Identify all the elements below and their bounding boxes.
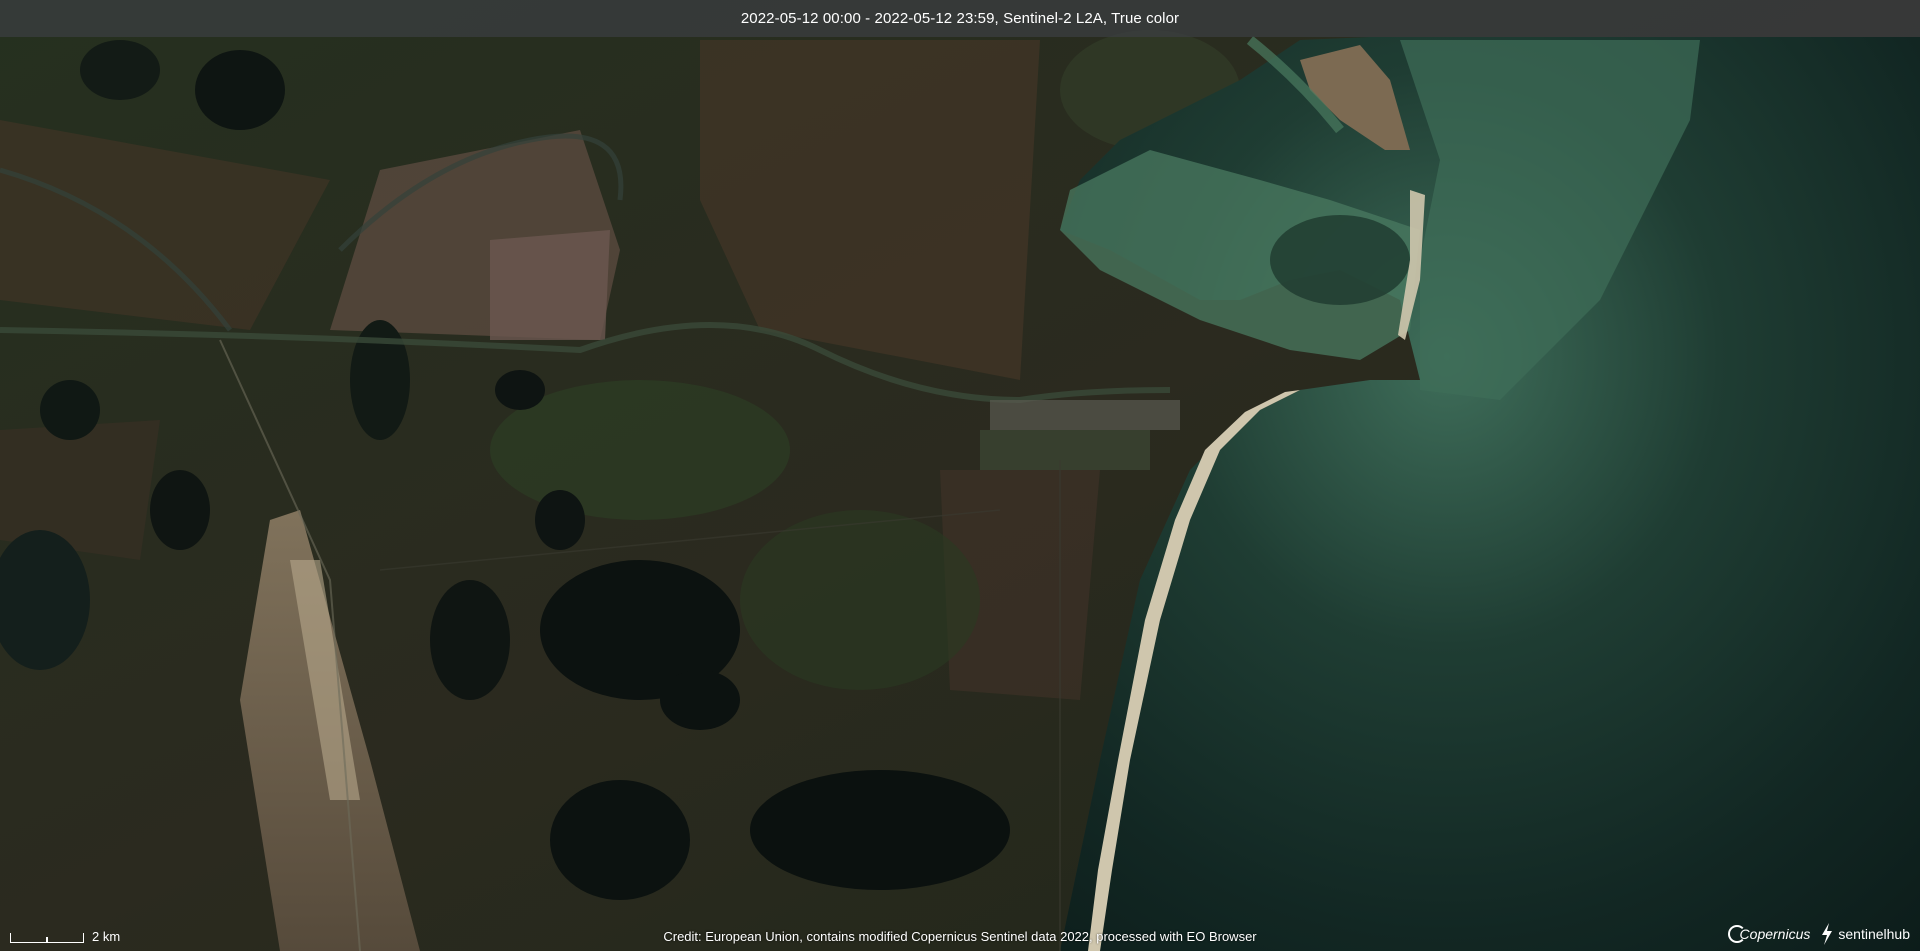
lagoon-dark-patch — [1270, 215, 1410, 305]
map-title-bar: 2022-05-12 00:00 - 2022-05-12 23:59, Sen… — [0, 0, 1920, 37]
copernicus-label: Copernicus — [1739, 926, 1811, 942]
lake — [660, 670, 740, 730]
credit-text: Credit: European Union, contains modifie… — [663, 929, 1257, 944]
salt-pans — [490, 230, 610, 340]
lake — [495, 370, 545, 410]
logos: Copernicus sentinelhub — [1727, 923, 1910, 945]
lake — [430, 580, 510, 700]
sentinelhub-logo[interactable]: sentinelhub — [1820, 923, 1910, 945]
lake — [195, 50, 285, 130]
satellite-map[interactable]: 2022-05-12 00:00 - 2022-05-12 23:59, Sen… — [0, 0, 1920, 951]
lake — [80, 40, 160, 100]
map-title: 2022-05-12 00:00 - 2022-05-12 23:59, Sen… — [740, 10, 1180, 27]
sentinelhub-bolt-icon — [1822, 923, 1833, 945]
lake — [550, 780, 690, 900]
settlement — [990, 400, 1180, 430]
lake — [535, 490, 585, 550]
settlement — [980, 430, 1150, 470]
vegetation-patch — [740, 510, 980, 690]
copernicus-logo[interactable]: Copernicus — [1727, 925, 1811, 943]
sentinelhub-label: sentinelhub — [1838, 926, 1910, 942]
lake — [40, 380, 100, 440]
satellite-imagery — [0, 0, 1920, 951]
lake — [750, 770, 1010, 890]
lake — [150, 470, 210, 550]
